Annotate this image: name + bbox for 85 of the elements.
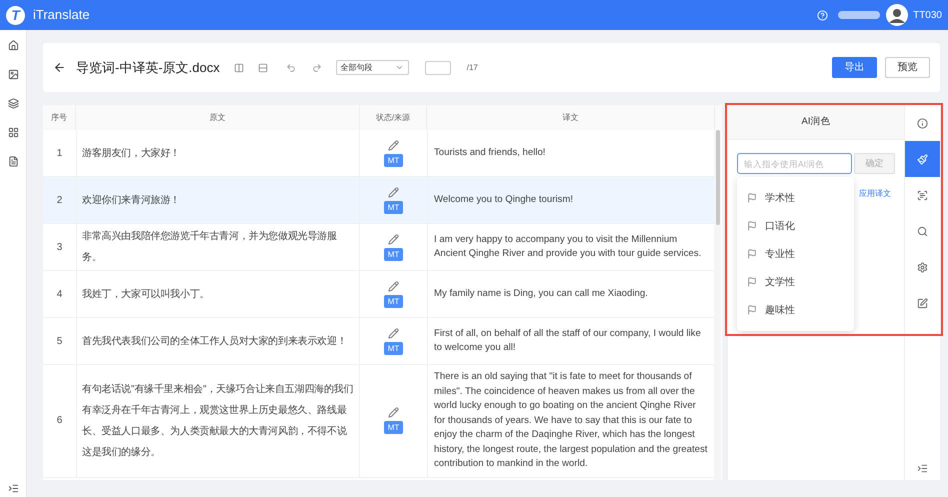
layers-icon[interactable] (8, 98, 18, 109)
menu-item-label: 趣味性 (765, 304, 795, 318)
settings-icon (917, 262, 928, 272)
translation-text: My family name is Ding, you can call me Xiaoding. (434, 286, 648, 301)
table-row[interactable]: 5 首先我代表我们公司的全体工作人员对大家的到来表示欢迎！ MT First of all, on behalf of all the staff of our company, I would like to welcome you all! (43, 318, 714, 365)
source-text: 首先我代表我们公司的全体工作人员对大家的到来表示欢迎！ (82, 334, 347, 348)
export-button[interactable]: 导出 (832, 57, 877, 78)
menu-item-label: 学术性 (765, 192, 795, 206)
pencil-icon[interactable] (388, 140, 399, 150)
row-number: 3 (56, 240, 64, 254)
mt-badge: MT (384, 248, 404, 260)
page-input[interactable] (424, 60, 451, 74)
pencil-icon[interactable] (388, 234, 399, 244)
chevron-down-icon (394, 63, 404, 72)
panel-title: AI润色 (728, 105, 904, 140)
menu-item[interactable]: 趣味性 (737, 296, 854, 324)
info-icon (917, 118, 928, 128)
scrollbar[interactable] (714, 130, 721, 480)
row-number: 4 (56, 288, 64, 302)
row-number: 2 (56, 194, 64, 208)
table-row[interactable]: 3 非常高兴由我陪伴您游览千年古青河，并为您做观光导游服务。 MT I am very happy to accompany you to visit the Millennium Ancient Qinghe River and provide you with tour guide services. (43, 224, 714, 271)
brush-icon (917, 154, 928, 164)
table-row[interactable]: 2 欢迎你们来青河旅游！ MT Welcome you to Qinghe tourism! (43, 177, 714, 224)
page-total: /17 (466, 62, 478, 74)
pencil-icon[interactable] (388, 407, 399, 418)
source-text: 游客朋友们，大家好！ (82, 146, 180, 160)
translation-text: There is an old saying that "it is fate to meet for thousands of miles". The coincidence of heaven makes us from all over the world lucky enough to go boating on the ancient Qinghe River for thousands of years. We have to say that this is our fate to enjoy the charm of the Daqinghe River, which has the longest history, the longest route, the largest population and the greatest contribution to mankind in the world. (434, 370, 708, 471)
table-row[interactable] (43, 365, 714, 478)
table-row[interactable]: 4 我姓丁，大家可以叫我小丁。 MT My family name is Ding, you can call me Xiaoding. (43, 271, 714, 318)
indent-icon[interactable] (917, 463, 928, 474)
apply-translation-link[interactable]: 应用译文 (859, 188, 891, 200)
source-text: 有句老话说"有缘千里来相会"，天缘巧合让来自五湖四海的我们有幸泛舟在千年古青河上，观赏这世界上历史最悠久、路线最长、受益人口最多、为人类贡献最大的大青河风韵，不得不说这是我们的缘分。 (82, 382, 354, 460)
menu-item-label: 文学性 (765, 276, 795, 290)
edit-icon (917, 298, 928, 308)
image-icon[interactable] (8, 69, 18, 80)
menu-item-label: 专业性 (765, 248, 795, 262)
mt-badge: MT (384, 342, 404, 354)
avatar[interactable] (886, 4, 908, 26)
prompt-field[interactable]: 输入指令使用AI润色 (737, 153, 852, 174)
translation-text: Welcome you to Qinghe tourism! (434, 192, 573, 207)
pencil-icon[interactable] (388, 280, 399, 292)
mt-badge: MT (384, 200, 404, 214)
home-icon[interactable] (8, 40, 18, 51)
flag-icon (747, 249, 757, 259)
search-icon (917, 226, 928, 236)
row-number: 1 (56, 146, 64, 160)
pencil-icon[interactable] (388, 186, 399, 198)
document-title: 导览词-中译英-原文.docx (76, 58, 220, 77)
row-number: 6 (56, 414, 64, 428)
document-icon[interactable] (8, 156, 18, 167)
mt-badge: MT (384, 154, 404, 166)
source-text: 非常高兴由我陪伴您游览千年古青河，并为您做观光导游服务。 (82, 230, 338, 265)
row-number: 5 (56, 334, 64, 348)
app-name: iTranslate (33, 6, 90, 24)
mt-badge: MT (384, 421, 404, 434)
flag-icon (747, 221, 757, 231)
mt-badge: MT (384, 294, 404, 308)
menu-item-label: 口语化 (765, 220, 795, 234)
logo: T (6, 6, 25, 24)
menu-item[interactable]: 学术性 (737, 184, 854, 212)
translation-text: First of all, on behalf of all the staff of our company, I would like to welcome you all! (434, 326, 702, 355)
layout-icon[interactable] (234, 62, 244, 72)
help-icon[interactable] (817, 10, 828, 20)
undo-icon[interactable] (286, 62, 296, 72)
flag-icon (747, 277, 757, 287)
redo-icon[interactable] (312, 62, 322, 72)
username: TT030 (913, 8, 942, 22)
layout-icon[interactable] (258, 62, 268, 72)
source-text: 我姓丁，大家可以叫我小丁。 (82, 288, 210, 302)
flag-icon (747, 193, 757, 203)
translation-text: I am very happy to accompany you to visit the Millennium Ancient Qinghe River and provide you with tour guide services. (434, 232, 702, 261)
grid-icon[interactable] (8, 127, 18, 138)
table-row[interactable]: 1 游客朋友们，大家好！ MT Tourists and friends, hello! (43, 130, 714, 177)
pencil-icon[interactable] (388, 328, 399, 338)
translation-text: Tourists and friends, hello! (434, 146, 546, 160)
segment-filter-select[interactable]: 全部句段 (336, 60, 409, 75)
menu-item[interactable]: 文学性 (737, 268, 854, 296)
menu-item[interactable]: 口语化 (737, 212, 854, 240)
text-scan-icon (917, 190, 928, 200)
back-icon[interactable] (53, 61, 66, 74)
indent-icon[interactable] (8, 483, 18, 494)
preview-button[interactable]: 预览 (885, 57, 930, 78)
source-text: 欢迎你们来青河旅游！ (82, 194, 180, 208)
menu-item[interactable]: 专业性 (737, 240, 854, 268)
flag-icon (747, 305, 757, 315)
